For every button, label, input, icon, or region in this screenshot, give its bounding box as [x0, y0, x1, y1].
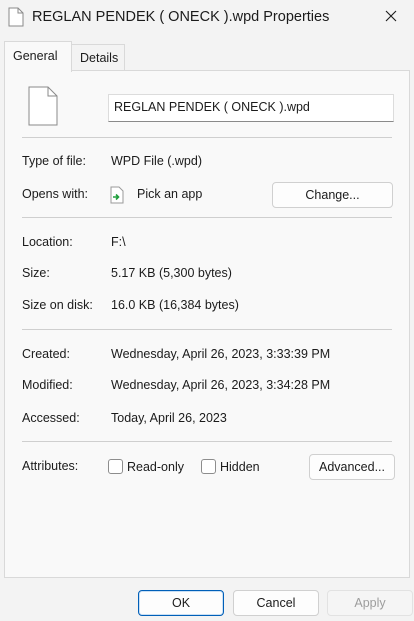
created-value: Wednesday, April 26, 2023, 3:33:39 PM [111, 347, 331, 361]
opens-with-label: Opens with: [22, 187, 89, 201]
advanced-button[interactable]: Advanced... [309, 454, 395, 480]
apply-button[interactable]: Apply [327, 590, 413, 616]
modified-value: Wednesday, April 26, 2023, 3:34:28 PM [111, 378, 331, 392]
title-bar: REGLAN PENDEK ( ONECK ).wpd Properties [0, 0, 414, 36]
document-icon [8, 7, 24, 30]
hidden-checkbox[interactable] [201, 459, 216, 474]
size-on-disk-label: Size on disk: [22, 298, 93, 312]
modified-label: Modified: [22, 378, 73, 392]
change-button[interactable]: Change... [272, 182, 393, 208]
type-of-file-label: Type of file: [22, 154, 86, 168]
location-value: F:\ [111, 235, 126, 249]
readonly-checkbox[interactable] [108, 459, 123, 474]
readonly-label: Read-only [127, 460, 184, 474]
ok-button[interactable]: OK [138, 590, 224, 616]
window-title: REGLAN PENDEK ( ONECK ).wpd Properties [32, 9, 330, 25]
divider [22, 217, 392, 218]
app-picker-icon [110, 186, 124, 207]
hidden-label: Hidden [220, 460, 260, 474]
general-panel [4, 70, 410, 578]
tab-details[interactable]: Details [71, 44, 125, 72]
accessed-value: Today, April 26, 2023 [111, 411, 227, 425]
divider [22, 441, 392, 442]
file-icon [28, 86, 58, 129]
divider [22, 137, 392, 138]
divider [22, 329, 392, 330]
type-of-file-value: WPD File (.wpd) [111, 154, 202, 168]
close-button[interactable] [368, 0, 414, 34]
filename-input[interactable]: REGLAN PENDEK ( ONECK ).wpd [108, 94, 394, 122]
size-on-disk-value: 16.0 KB (16,384 bytes) [111, 298, 239, 312]
created-label: Created: [22, 347, 70, 361]
tab-general[interactable]: General [4, 41, 72, 72]
accessed-label: Accessed: [22, 411, 80, 425]
opens-with-app: Pick an app [137, 187, 203, 201]
size-value: 5.17 KB (5,300 bytes) [111, 266, 232, 280]
attributes-label: Attributes: [22, 459, 79, 473]
close-icon [385, 10, 397, 25]
size-label: Size: [22, 266, 50, 280]
location-label: Location: [22, 235, 73, 249]
cancel-button[interactable]: Cancel [233, 590, 319, 616]
